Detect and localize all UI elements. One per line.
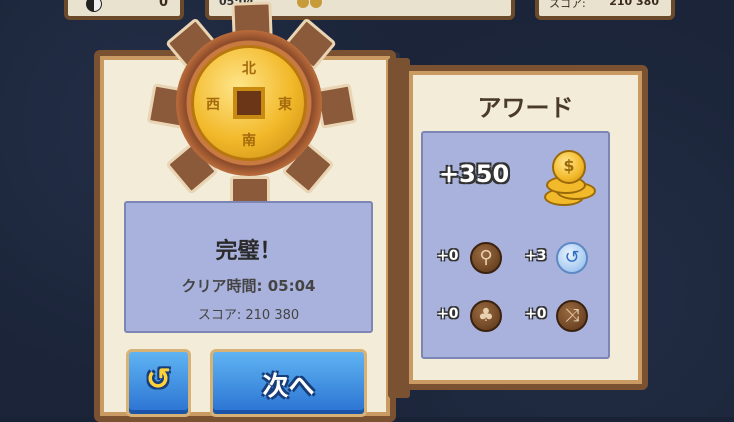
coin-icon: 北 東 南 西 [191, 45, 307, 161]
coin-reward-amount: +350 [439, 160, 510, 188]
coin-char-west: 西 [206, 97, 220, 113]
hud-score: スコア: 210 380 [535, 0, 675, 20]
next-button[interactable]: 次へ [210, 349, 367, 417]
coin-char-south: 南 [242, 133, 256, 149]
booster-undo-amount: +3 [525, 248, 547, 264]
undo-icon: ↺ [556, 242, 588, 274]
coin-char-north: 北 [242, 61, 256, 77]
coin-square-hole [233, 87, 265, 119]
undo-icon: ↺ [145, 362, 172, 397]
result-title: 完璧！ [215, 239, 282, 264]
next-button-label: 次へ [262, 372, 315, 402]
magnifier-icon: ⚲ [470, 242, 502, 274]
coin-char-east: 東 [278, 97, 292, 113]
undo-button[interactable]: ↺ [126, 349, 191, 417]
booster-shuffle-amount: +0 [525, 306, 547, 322]
hud-score-value: 210 380 [609, 0, 659, 8]
coin-stack-icon: $ [542, 150, 596, 206]
clover-icon: ♣ [470, 300, 502, 332]
shuffle-icon: ⤨ [556, 300, 588, 332]
hud-score-label: スコア: [549, 0, 586, 10]
gold-coin-emblem: 北 東 南 西 [144, 0, 358, 212]
yin-yang-icon [86, 0, 102, 12]
booster-clover-amount: +0 [437, 306, 459, 322]
booster-magnifier-amount: +0 [437, 248, 459, 264]
result-info-box: 完璧！ クリア時間: 05:04 スコア: 210 380 [124, 201, 373, 333]
final-score: スコア: 210 380 [197, 308, 300, 323]
award-title: アワード [477, 94, 574, 122]
clear-time: クリア時間: 05:04 [181, 277, 316, 295]
